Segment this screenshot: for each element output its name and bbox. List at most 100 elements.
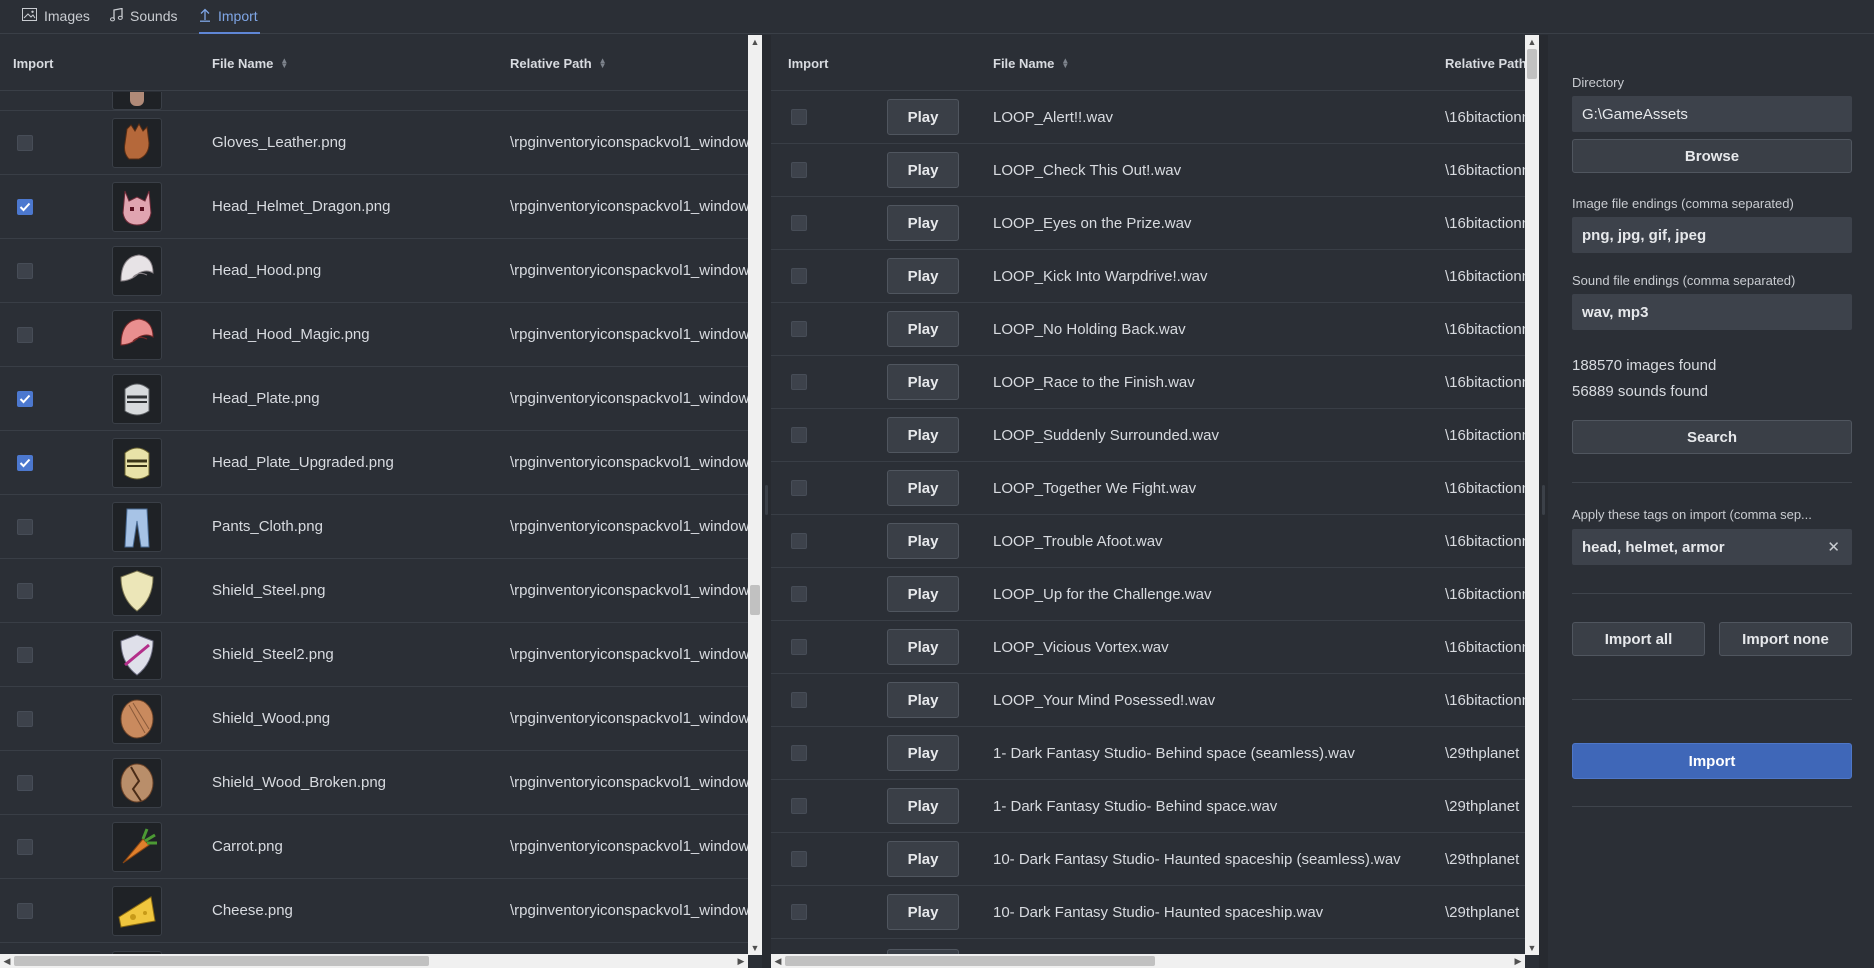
column-header-import[interactable]: Import (13, 35, 53, 91)
import-checkbox[interactable] (791, 745, 807, 761)
play-button[interactable]: Play (887, 576, 959, 612)
scroll-right-arrow-icon[interactable]: ▶ (734, 954, 748, 968)
column-header-import[interactable]: Import (788, 35, 828, 91)
import-checkbox[interactable] (791, 798, 807, 814)
column-header-file-name[interactable]: File Name ▲ ▼ (212, 35, 288, 91)
scroll-up-arrow-icon[interactable]: ▲ (748, 35, 762, 49)
scrollbar-thumb[interactable] (1527, 49, 1537, 79)
import-checkbox[interactable] (17, 710, 33, 727)
search-button[interactable]: Search (1572, 420, 1852, 454)
import-button[interactable]: Import (1572, 743, 1852, 779)
column-header-relative-path[interactable]: Relative Path ▲ ▼ (510, 35, 607, 91)
import-checkbox[interactable] (17, 582, 33, 599)
horizontal-scrollbar[interactable]: ◀ ▶ (0, 954, 748, 968)
table-row[interactable]: Play LOOP_No Holding Back.wav \16bitaction… (771, 303, 1539, 356)
column-header-file-name[interactable]: File Name ▲ ▼ (993, 35, 1069, 91)
import-none-button[interactable]: Import none (1719, 622, 1852, 656)
table-row[interactable]: Shield_Steel.png \rpginventoryiconspackvo… (0, 559, 762, 623)
table-row[interactable]: Play LOOP_Your Mind Posessed!.wav \16bitac… (771, 674, 1539, 727)
import-checkbox[interactable] (791, 639, 807, 655)
import-checkbox[interactable] (17, 902, 33, 919)
import-checkbox[interactable] (791, 162, 807, 178)
import-checkbox[interactable] (17, 838, 33, 855)
import-checkbox[interactable] (791, 109, 807, 125)
scroll-left-arrow-icon[interactable]: ◀ (0, 954, 14, 968)
play-button[interactable]: Play (887, 205, 959, 241)
import-checkbox[interactable] (791, 374, 807, 390)
play-button[interactable]: Play (887, 682, 959, 718)
splitter-left[interactable] (762, 35, 771, 968)
table-row[interactable]: Play 10- Dark Fantasy Studio- Haunted spa… (771, 886, 1539, 939)
play-button[interactable]: Play (887, 788, 959, 824)
tags-input[interactable]: head, helmet, armor ✕ (1572, 529, 1852, 565)
splitter-grip[interactable] (765, 485, 768, 515)
clear-icon[interactable]: ✕ (1827, 538, 1840, 556)
import-checkbox[interactable] (17, 454, 33, 471)
import-checkbox[interactable] (17, 134, 33, 151)
image-endings-input[interactable]: png, jpg, gif, jpeg (1572, 217, 1852, 253)
directory-input[interactable]: G:\GameAssets (1572, 96, 1852, 132)
table-row[interactable]: Play 1- Dark Fantasy Studio- Behind space… (771, 727, 1539, 780)
vertical-scrollbar[interactable]: ▲ ▼ (1525, 35, 1539, 955)
play-button[interactable]: Play (887, 629, 959, 665)
play-button[interactable]: Play (887, 152, 959, 188)
table-row[interactable]: Pants_Cloth.png \rpginventoryiconspackvol… (0, 495, 762, 559)
table-row[interactable]: Play LOOP_Eyes on the Prize.wav \16bitacti… (771, 197, 1539, 250)
splitter-grip[interactable] (1542, 485, 1545, 515)
play-button[interactable]: Play (887, 417, 959, 453)
table-row[interactable]: Play 1- Dark Fantasy Studio- Behind space… (771, 780, 1539, 833)
import-checkbox[interactable] (791, 586, 807, 602)
table-row[interactable]: Shield_Steel2.png \rpginventoryiconspackv… (0, 623, 762, 687)
play-button[interactable]: Play (887, 894, 959, 930)
import-checkbox[interactable] (791, 533, 807, 549)
import-checkbox[interactable] (791, 851, 807, 867)
import-all-button[interactable]: Import all (1572, 622, 1705, 656)
import-checkbox[interactable] (17, 262, 33, 279)
table-row[interactable]: Play LOOP_Kick Into Warpdrive!.wav \16bita… (771, 250, 1539, 303)
table-row[interactable]: Play LOOP_Check This Out!.wav \16bitaction… (771, 144, 1539, 197)
import-checkbox[interactable] (791, 268, 807, 284)
import-checkbox[interactable] (17, 390, 33, 407)
table-row[interactable]: Head_Helmet_Dragon.png \rpginventoryicons… (0, 175, 762, 239)
table-row[interactable]: Play LOOP_Trouble Afoot.wav \16bitactionmu… (771, 515, 1539, 568)
import-checkbox[interactable] (17, 198, 33, 215)
play-button[interactable]: Play (887, 735, 959, 771)
play-button[interactable]: Play (887, 99, 959, 135)
table-row[interactable]: Play LOOP_Race to the Finish.wav \16bitact… (771, 356, 1539, 409)
import-checkbox[interactable] (17, 326, 33, 343)
scroll-right-arrow-icon[interactable]: ▶ (1511, 954, 1525, 968)
table-row[interactable]: Cheese.png \rpginventoryiconspackvol1_win… (0, 879, 762, 943)
table-row[interactable]: Gloves_Leather.png \rpginventoryiconspack… (0, 111, 762, 175)
sound-endings-input[interactable]: wav, mp3 (1572, 294, 1852, 330)
import-checkbox[interactable] (17, 774, 33, 791)
table-row[interactable]: Shield_Wood.png \rpginventoryiconspackvol… (0, 687, 762, 751)
horizontal-scrollbar[interactable]: ◀ ▶ (771, 954, 1525, 968)
table-row[interactable]: Play LOOP_Together We Fight.wav \16bitacti… (771, 462, 1539, 515)
play-button[interactable]: Play (887, 364, 959, 400)
table-row[interactable]: Play LOOP_Suddenly Surrounded.wav \16bitac… (771, 409, 1539, 462)
table-row[interactable]: Shield_Wood_Broken.png \rpginventoryicons… (0, 751, 762, 815)
tab-import[interactable]: Import (199, 0, 260, 34)
tab-sounds[interactable]: Sounds (110, 0, 177, 34)
scroll-up-arrow-icon[interactable]: ▲ (1525, 35, 1539, 49)
table-row[interactable]: Play LOOP_Vicious Vortex.wav \16bitactionm… (771, 621, 1539, 674)
scrollbar-thumb[interactable] (14, 956, 429, 966)
table-row[interactable]: Head_Plate.png \rpginventoryiconspackvol1… (0, 367, 762, 431)
import-checkbox[interactable] (17, 646, 33, 663)
scroll-down-arrow-icon[interactable]: ▼ (748, 941, 762, 955)
import-checkbox[interactable] (791, 692, 807, 708)
browse-button[interactable]: Browse (1572, 139, 1852, 173)
table-row[interactable]: Head_Hood_Magic.png \rpginventoryiconspac… (0, 303, 762, 367)
scrollbar-thumb[interactable] (785, 956, 1155, 966)
splitter-right[interactable] (1539, 35, 1548, 968)
tab-images[interactable]: Images (22, 0, 90, 34)
table-row[interactable]: Play LOOP_Alert!!.wav \16bitactionmusic (771, 91, 1539, 144)
scroll-down-arrow-icon[interactable]: ▼ (1525, 941, 1539, 955)
scroll-left-arrow-icon[interactable]: ◀ (771, 954, 785, 968)
import-checkbox[interactable] (791, 321, 807, 337)
table-row[interactable]: Carrot.png \rpginventoryiconspackvol1_win… (0, 815, 762, 879)
import-checkbox[interactable] (791, 215, 807, 231)
import-checkbox[interactable] (791, 427, 807, 443)
table-row[interactable]: Play LOOP_Up for the Challenge.wav \16bita… (771, 568, 1539, 621)
play-button[interactable]: Play (887, 258, 959, 294)
